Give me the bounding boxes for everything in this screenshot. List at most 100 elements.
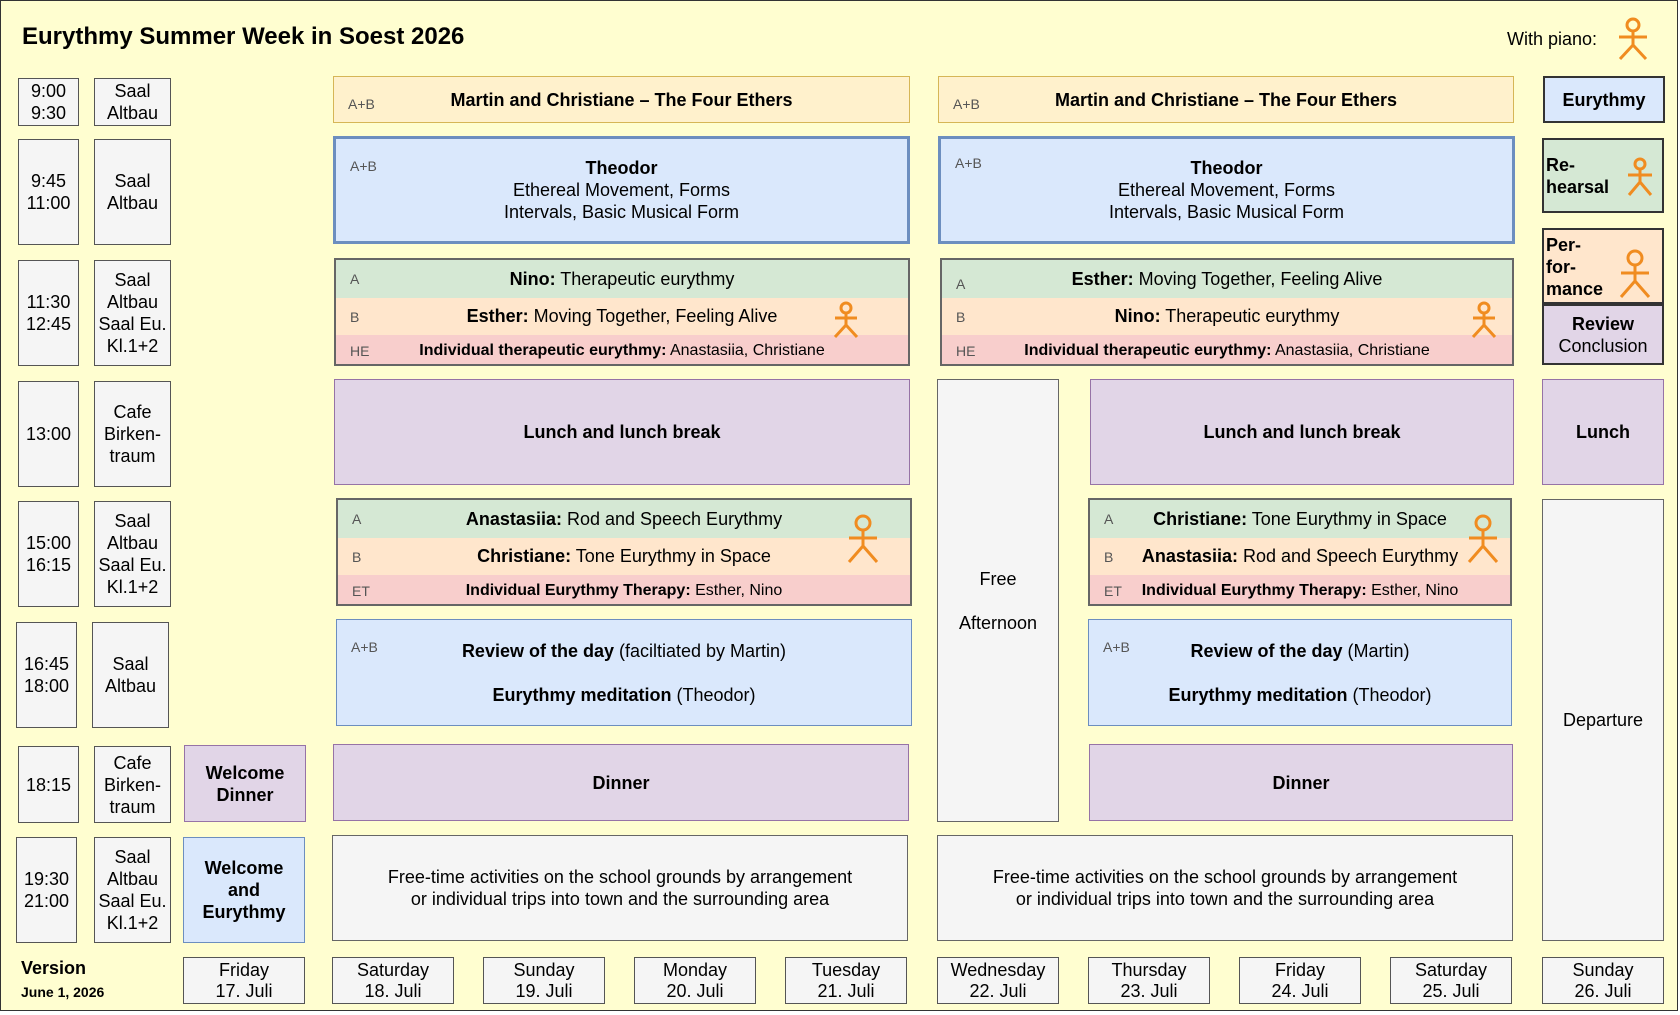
course-row: B Anastasiia: Rod and Speech Eurythmy: [1090, 538, 1510, 575]
day-label: Sunday 26. Juli: [1542, 957, 1664, 1004]
course-row: ET Individual Eurythmy Therapy: Esther, …: [1090, 575, 1510, 604]
teacher-name: Nino:: [1114, 306, 1161, 326]
review-label: Review: [1571, 313, 1635, 334]
therapy-label: Individual Eurythmy Therapy:: [1141, 581, 1367, 599]
time-slot: 15:00 16:15: [18, 501, 79, 607]
version-label: Version: [21, 958, 87, 978]
room-slot: Saal Altbau Saal Eu. Kl.1+2: [94, 837, 171, 943]
day-label: Sunday 19. Juli: [483, 957, 605, 1004]
course-title: Tone Eurythmy in Space: [1247, 508, 1447, 529]
day-name: Sunday: [513, 959, 575, 980]
course-row: B Nino: Therapeutic eurythmy: [942, 298, 1512, 335]
conclusion-label: Conclusion: [1558, 335, 1648, 356]
day-date: 22. Juli: [969, 980, 1027, 1001]
therapy-names: Anastasiia, Christiane: [1271, 341, 1430, 359]
dinner: Dinner: [1089, 744, 1513, 821]
group-tag: A+B: [1103, 639, 1130, 655]
four-ethers-session: A+B Martin and Christiane – The Four Eth…: [938, 76, 1514, 123]
session-line: Intervals, Basic Musical Form: [503, 202, 740, 222]
day-label: Saturday 18. Juli: [332, 957, 454, 1004]
free-time-line: Free-time activities on the school groun…: [992, 867, 1458, 887]
time-slot: 16:45 18:00: [16, 622, 77, 728]
day-name: Thursday: [1111, 959, 1187, 980]
piano-figure-icon: [1627, 157, 1653, 196]
therapy-names: Esther, Nino: [690, 581, 783, 599]
morning-courses-group: A Nino: Therapeutic eurythmy B Esther: M…: [334, 258, 910, 366]
course-row: ET Individual Eurythmy Therapy: Esther, …: [338, 575, 910, 604]
legend-eurythmy: Eurythmy: [1543, 76, 1665, 123]
meditation-title: Eurythmy meditation: [1168, 684, 1348, 705]
page-title: Eurythmy Summer Week in Soest 2026: [22, 23, 465, 50]
piano-legend-label: With piano:: [1507, 29, 1598, 49]
course-row: B Christiane: Tone Eurythmy in Space: [338, 538, 910, 575]
welcome-dinner: Welcome Dinner: [184, 745, 306, 822]
group-tag: B: [350, 308, 360, 325]
meditation-leader: (Theodor): [1347, 684, 1432, 705]
room-slot: Saal Altbau: [94, 139, 171, 245]
teacher-name: Esther:: [466, 306, 529, 326]
review-facilitator: (faciltiated by Martin): [613, 640, 787, 661]
piano-figure-icon: [833, 301, 859, 339]
course-row: HE Individual therapeutic eurythmy: Anas…: [336, 335, 908, 364]
afternoon-label: Afternoon: [958, 612, 1038, 633]
course-title: Therapeutic eurythmy: [555, 268, 735, 289]
theodor-session: A+B Theodor Ethereal Movement, Forms Int…: [938, 136, 1515, 244]
day-name: Sunday: [1572, 959, 1634, 980]
course-row: A Christiane: Tone Eurythmy in Space: [1090, 500, 1510, 538]
group-tag: A+B: [350, 158, 377, 174]
review-title: Review of the day: [461, 640, 614, 661]
group-tag: B: [1104, 548, 1114, 565]
time-slot: 13:00: [18, 381, 79, 487]
session-title: Martin and Christiane – The Four Ethers: [1054, 89, 1398, 110]
afternoon-courses-group: A Christiane: Tone Eurythmy in Space B A…: [1088, 498, 1512, 606]
day-name: Tuesday: [811, 959, 881, 980]
day-label: Monday 20. Juli: [634, 957, 756, 1004]
piano-figure-icon: [1619, 249, 1651, 298]
piano-figure-icon: [1467, 514, 1499, 563]
day-label: Wednesday 22. Juli: [937, 957, 1059, 1004]
therapy-label: Individual therapeutic eurythmy:: [1024, 341, 1272, 359]
morning-courses-group: A Esther: Moving Together, Feeling Alive…: [940, 258, 1514, 366]
group-tag: ET: [352, 582, 370, 599]
teacher-name: Christiane:: [477, 546, 572, 566]
time-slot: 19:30 21:00: [16, 837, 77, 943]
course-title: Rod and Speech Eurythmy: [561, 508, 783, 529]
free-time-evening: Free-time activities on the school groun…: [937, 835, 1513, 941]
day-date: 21. Juli: [817, 980, 875, 1001]
day-date: 20. Juli: [666, 980, 724, 1001]
course-row: A Nino: Therapeutic eurythmy: [336, 260, 908, 298]
review-session: A+B Review of the day (faciltiated by Ma…: [336, 619, 912, 726]
course-row: B Esther: Moving Together, Feeling Alive: [336, 298, 908, 335]
group-tag: A+B: [351, 639, 378, 655]
afternoon-courses-group: A Anastasiia: Rod and Speech Eurythmy B …: [336, 498, 912, 606]
day-date: 24. Juli: [1271, 980, 1329, 1001]
day-label: Thursday 23. Juli: [1088, 957, 1210, 1004]
schedule-canvas: Eurythmy Summer Week in Soest 2026 With …: [0, 0, 1678, 1011]
day-name: Monday: [662, 959, 728, 980]
dinner: Dinner: [333, 744, 909, 821]
sunday-lunch: Lunch: [1542, 379, 1664, 485]
therapy-names: Esther, Nino: [1366, 581, 1459, 599]
day-label: Friday 24. Juli: [1239, 957, 1361, 1004]
course-title: Moving Together, Feeling Alive: [1133, 268, 1383, 289]
course-row: A Esther: Moving Together, Feeling Alive: [942, 260, 1512, 298]
lunch-break: Lunch and lunch break: [1090, 379, 1514, 485]
teacher-name: Christiane:: [1153, 508, 1248, 529]
four-ethers-session: A+B Martin and Christiane – The Four Eth…: [333, 76, 910, 123]
group-tag: HE: [350, 342, 370, 359]
room-slot: Saal Altbau Saal Eu. Kl.1+2: [94, 260, 171, 366]
free-label: Free: [979, 568, 1017, 589]
day-label: Friday 17. Juli: [183, 957, 305, 1004]
session-line: Intervals, Basic Musical Form: [1108, 202, 1345, 222]
day-date: 19. Juli: [515, 980, 573, 1001]
free-afternoon: Free Afternoon: [937, 379, 1059, 822]
group-tag: B: [352, 548, 362, 565]
course-title: Tone Eurythmy in Space: [571, 546, 771, 566]
course-title: Moving Together, Feeling Alive: [528, 306, 778, 326]
group-tag: A: [956, 276, 966, 292]
version-date: June 1, 2026: [21, 984, 105, 1000]
review-facilitator: (Martin): [1342, 640, 1410, 661]
course-title: Rod and Speech Eurythmy: [1237, 546, 1459, 566]
piano-figure-icon: [1471, 301, 1497, 339]
piano-figure-icon: [1618, 17, 1648, 61]
